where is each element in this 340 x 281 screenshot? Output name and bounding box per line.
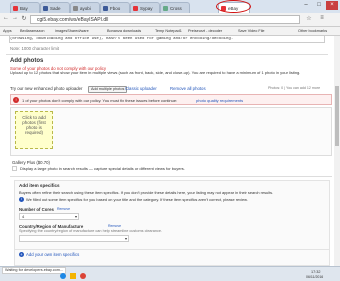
bookmark-item[interactable]: Other bookmarks <box>298 27 327 35</box>
status-bar: Waiting for developers.ebay.com... 17:32… <box>0 266 340 281</box>
cores-value: 4 <box>22 214 25 219</box>
bookmark-item[interactable]: Bedlaramazon <box>20 27 44 35</box>
try-uploader-text: Try our new enhanced photo uploader <box>10 86 83 91</box>
maximize-icon[interactable]: □ <box>313 1 325 10</box>
chevron-down-icon: ▾ <box>74 214 77 219</box>
close-icon[interactable]: × <box>326 1 338 10</box>
loading-status-text: Waiting for developers.ebay.com... <box>2 267 67 274</box>
browser-tab[interactable]: Fboo <box>100 2 130 13</box>
gallery-plus-checkbox[interactable] <box>12 166 17 171</box>
divider <box>6 54 328 55</box>
tab-bar: Bay Sade ayobi Fboo Sypay Cross eBay – □… <box>0 0 340 13</box>
info-icon: i <box>19 197 24 202</box>
bookmark-item[interactable]: Temp Notepad1 <box>155 27 182 35</box>
photo-warning-banner: ! 1 of your photos don't comply with our… <box>10 94 332 105</box>
photo-requirements-link[interactable]: photo quality requirements <box>196 98 243 103</box>
minimize-icon[interactable]: – <box>300 1 312 10</box>
add-own-specifics-link[interactable]: Add your own item specifics <box>26 252 79 257</box>
chevron-down-icon: ▾ <box>124 236 127 241</box>
item-specifics-intro: Buyers often refine their search using t… <box>19 190 274 195</box>
remove-cores-link[interactable]: Remove <box>57 207 70 212</box>
url-text: cgi5.ebay.com/ws/eBayISAPI.dll <box>37 17 109 23</box>
browser-tab[interactable]: Cross <box>160 2 190 13</box>
add-photos-heading: Add photos <box>10 58 44 64</box>
browser-tab[interactable]: Bay <box>10 2 40 13</box>
tab-favicon-icon <box>43 6 48 11</box>
photo-instructions: Upload up to 12 photos that show your it… <box>10 70 301 75</box>
taskbar-app-icon[interactable] <box>80 273 86 279</box>
tab-label: Sade <box>50 6 61 11</box>
bookmark-item[interactable]: Preiseurzt - decoder <box>188 27 222 35</box>
country-help-text: Specifying the country/region of manufac… <box>19 229 163 233</box>
tab-label: Bay <box>20 6 28 11</box>
address-input[interactable]: cgi5.ebay.com/ws/eBayISAPI.dll <box>30 15 300 24</box>
bookmark-item[interactable]: imagesShared/ware <box>55 27 89 35</box>
classic-uploader-link[interactable]: Classic uploader <box>125 86 157 91</box>
number-of-cores-select[interactable]: 4 ▾ <box>19 213 79 220</box>
item-specifics-heading: Add item specifics <box>19 183 60 188</box>
tab-favicon-icon <box>73 6 78 11</box>
scrollbar-thumb[interactable] <box>335 86 339 146</box>
photo-placeholder[interactable]: Click to add photos (first photo is requ… <box>15 111 53 149</box>
gallery-plus-label: Gallery Plus ($0.70) <box>12 160 50 165</box>
bookmark-item[interactable]: Apps <box>3 27 12 35</box>
forward-icon[interactable]: → <box>11 15 19 21</box>
tab-favicon-icon <box>163 6 168 11</box>
ebay-favicon-icon <box>13 6 18 11</box>
tab-label: Fboo <box>110 6 121 11</box>
country-select[interactable]: ▾ <box>19 235 129 242</box>
divider <box>14 249 330 250</box>
browser-tab[interactable]: ayobi <box>70 2 100 13</box>
add-photos-button[interactable]: Add multiple photos <box>88 86 128 93</box>
taskbar-app-icon[interactable] <box>70 273 76 279</box>
tab-label: Sypay <box>140 6 153 11</box>
tab-label: Cross <box>170 6 182 11</box>
taskbar-app-icon[interactable] <box>60 273 66 279</box>
menu-icon[interactable]: ≡ <box>318 15 326 21</box>
tab-label: ayobi <box>80 6 91 11</box>
bookmark-item[interactable]: Bonanza downloads <box>107 27 141 35</box>
annotation-circle <box>216 0 251 13</box>
remove-all-photos-link[interactable]: Remove all photos <box>170 86 206 91</box>
photo-area <box>10 107 332 156</box>
bookmark-item[interactable]: Save Video File <box>238 27 265 35</box>
gallery-plus-info: Display a large photo in search results … <box>20 166 185 171</box>
divider <box>10 176 332 177</box>
back-icon[interactable]: ← <box>2 15 10 21</box>
photo-placeholder-text: Click to add photos (first photo is requ… <box>22 115 46 135</box>
address-toolbar: ← → ↻ cgi5.ebay.com/ws/eBayISAPI.dll ☆ ≡ <box>0 13 340 27</box>
photo-warning-text: 1 of your photos don't comply with our p… <box>22 97 178 103</box>
star-icon[interactable]: ☆ <box>305 15 313 22</box>
reload-icon[interactable]: ↻ <box>20 15 28 22</box>
ebay-favicon-icon <box>133 6 138 11</box>
photo-count: Photos: 0 | You can add 12 more <box>268 86 321 90</box>
number-of-cores-label: Number of Cores <box>19 207 54 212</box>
browser-tab[interactable]: Sade <box>40 2 70 13</box>
description-textarea[interactable] <box>9 35 325 43</box>
clock-date: 06/11/2016 <box>306 275 324 279</box>
vertical-scrollbar[interactable] <box>334 36 340 266</box>
alert-icon: ! <box>13 97 19 103</box>
character-limit-note: Note: 1000 character limit <box>10 46 59 51</box>
browser-tab[interactable]: Sypay <box>130 2 160 13</box>
tab-favicon-icon <box>103 6 108 11</box>
item-specifics-filled-note: We filled out some item specifics for yo… <box>26 197 248 202</box>
plus-icon[interactable]: + <box>19 252 24 257</box>
